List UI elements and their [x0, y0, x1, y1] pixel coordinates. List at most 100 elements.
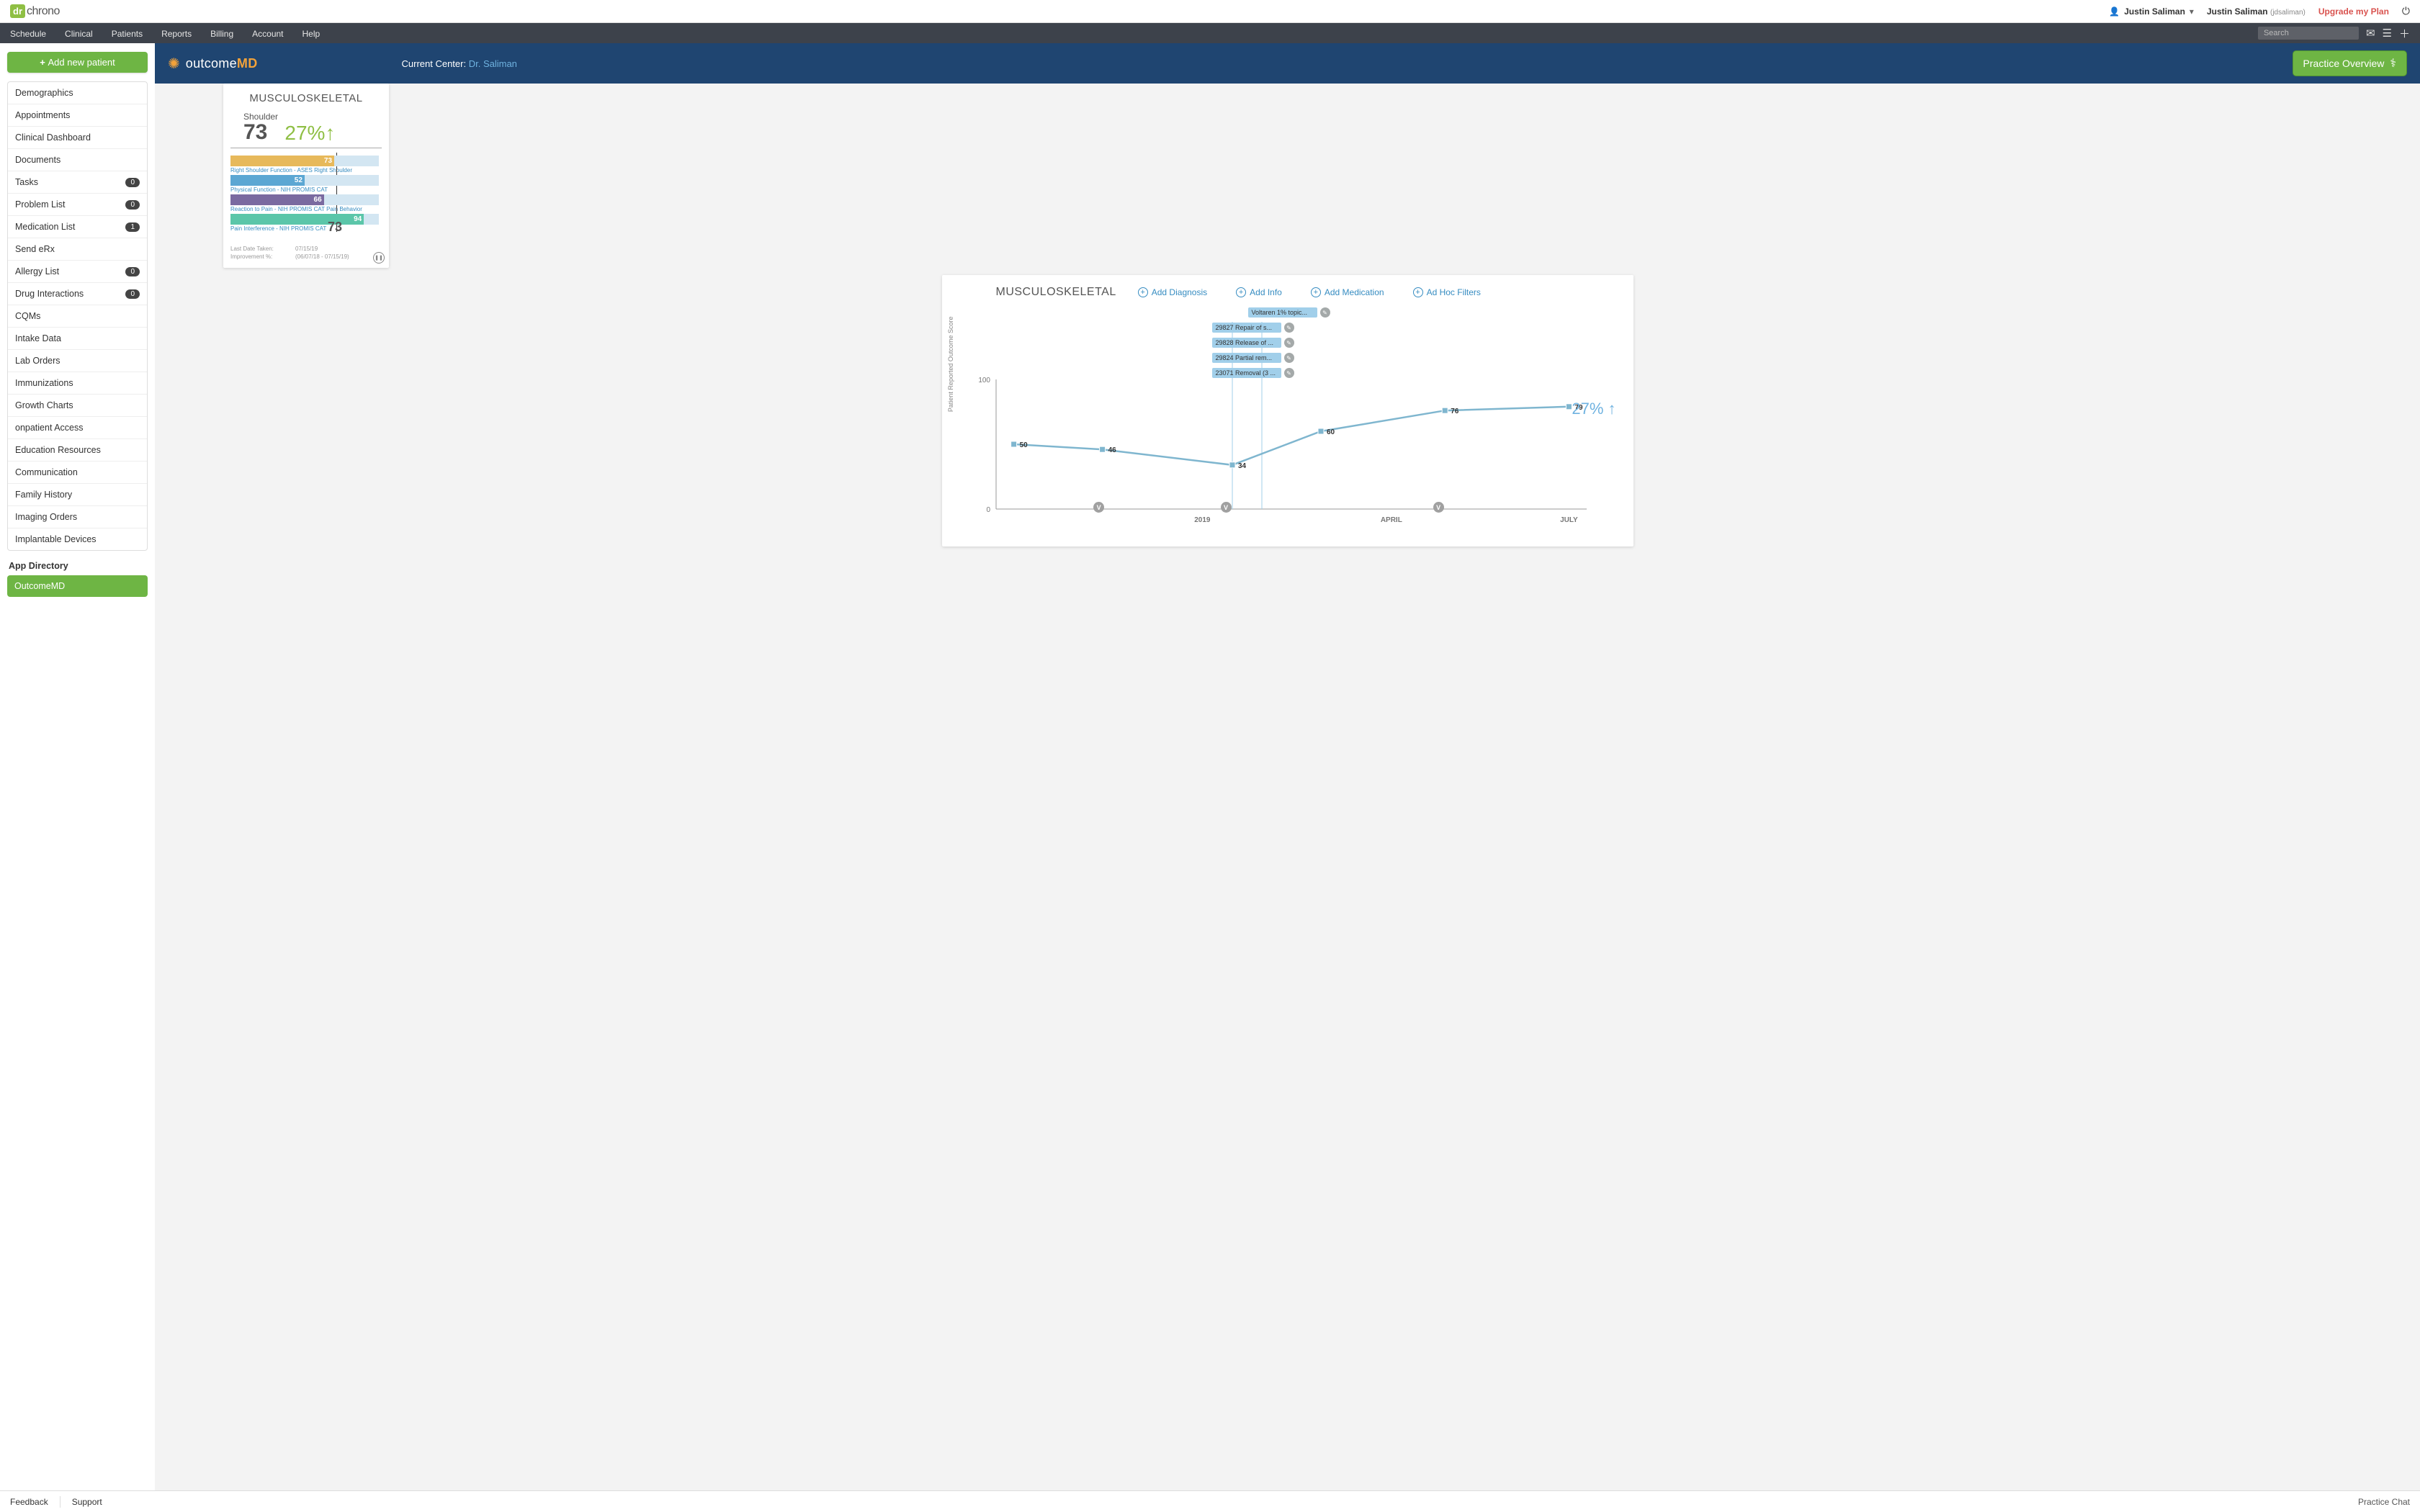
patient-nav-list: DemographicsAppointmentsClinical Dashboa…: [7, 81, 148, 551]
svg-text:50: 50: [1019, 441, 1028, 449]
svg-text:46: 46: [1108, 447, 1116, 455]
improvement-pct: 27%↑: [284, 122, 335, 145]
mail-icon[interactable]: ✉: [2366, 27, 2375, 40]
sidebar-item-documents[interactable]: Documents: [8, 149, 147, 171]
outcomemd-header: ✺ outcomeMD Current Center: Dr. Saliman …: [155, 43, 2420, 84]
intervention-pill[interactable]: 29824 Partial rem...✎: [1212, 353, 1294, 363]
logo[interactable]: dr chrono: [10, 4, 60, 18]
edit-icon[interactable]: ✎: [1284, 353, 1294, 363]
sidebar-item-appointments[interactable]: Appointments: [8, 104, 147, 127]
support-link[interactable]: Support: [72, 1497, 102, 1507]
nav-billing[interactable]: Billing: [210, 29, 233, 39]
add-diagnosis-link[interactable]: +Add Diagnosis: [1138, 287, 1207, 297]
plus-circle-icon: +: [1311, 287, 1321, 297]
intervention-pill[interactable]: 29828 Release of ...✎: [1212, 338, 1294, 348]
chart-area: Patient Reported Outcome Score 01002019A…: [956, 307, 1619, 538]
sidebar-item-growth-charts[interactable]: Growth Charts: [8, 395, 147, 417]
sidebar-item-communication[interactable]: Communication: [8, 462, 147, 484]
center-link[interactable]: Dr. Saliman: [469, 58, 517, 69]
list-icon[interactable]: ☰: [2383, 27, 2392, 40]
power-icon[interactable]: ⏻: [2402, 5, 2410, 17]
chart-title: MUSCULOSKELETAL: [996, 286, 1116, 299]
chart-improvement-pct: 27% ↑: [1572, 400, 1615, 418]
sidebar-item-intake-data[interactable]: Intake Data: [8, 328, 147, 350]
svg-text:60: 60: [1327, 428, 1335, 436]
caret-down-icon: [2190, 6, 2194, 17]
sidebar-item-outcomemd[interactable]: OutcomeMD: [7, 575, 148, 597]
sidebar-item-lab-orders[interactable]: Lab Orders: [8, 350, 147, 372]
sidebar-item-imaging-orders[interactable]: Imaging Orders: [8, 506, 147, 528]
edit-icon[interactable]: ✎: [1284, 338, 1294, 348]
navbar: Schedule Clinical Patients Reports Billing Ac…: [0, 23, 2420, 43]
sidebar-item-demographics[interactable]: Demographics: [8, 82, 147, 104]
score-bar: 94Pain Interference - NIH PROMIS CAT: [230, 214, 382, 232]
outcomemd-logo: ✺ outcomeMD: [168, 55, 258, 73]
pause-icon[interactable]: ❚❚: [373, 252, 385, 264]
sidebar-item-send-erx[interactable]: Send eRx: [8, 238, 147, 261]
plus-circle-icon: +: [1413, 287, 1423, 297]
overall-score: 73: [243, 120, 267, 145]
ad-hoc-filters-link[interactable]: +Ad Hoc Filters: [1413, 287, 1481, 297]
sidebar-item-problem-list[interactable]: Problem List0: [8, 194, 147, 216]
badge: 0: [125, 289, 140, 299]
intervention-pill[interactable]: 23071 Removal (3 ...✎: [1212, 368, 1294, 378]
nav-account[interactable]: Account: [252, 29, 283, 39]
user-dropdown[interactable]: 👤 Justin Saliman: [2109, 6, 2194, 17]
feedback-link[interactable]: Feedback: [10, 1497, 48, 1507]
main-content: ✺ outcomeMD Current Center: Dr. Saliman …: [155, 43, 2420, 1490]
add-medication-link[interactable]: +Add Medication: [1311, 287, 1384, 297]
topbar: dr chrono 👤 Justin Saliman Justin Salima…: [0, 0, 2420, 23]
edit-icon[interactable]: ✎: [1320, 307, 1330, 318]
plus-circle-icon: +: [1236, 287, 1246, 297]
y-axis-label: Patient Reported Outcome Score: [947, 317, 954, 413]
svg-text:2019: 2019: [1194, 516, 1211, 524]
visit-marker[interactable]: V: [1221, 502, 1232, 513]
sidebar-item-medication-list[interactable]: Medication List1: [8, 216, 147, 238]
intervention-pill[interactable]: Voltaren 1% topic...✎: [1248, 307, 1330, 318]
svg-text:0: 0: [986, 506, 990, 514]
nav-schedule[interactable]: Schedule: [10, 29, 46, 39]
svg-text:100: 100: [978, 377, 990, 384]
badge: 0: [125, 267, 140, 276]
sunburst-icon: ✺: [168, 55, 180, 73]
practice-chat-link[interactable]: Practice Chat: [2358, 1497, 2410, 1507]
add-info-link[interactable]: +Add Info: [1236, 287, 1282, 297]
svg-text:JULY: JULY: [1560, 516, 1578, 524]
intervention-pill[interactable]: 29827 Repair of s...✎: [1212, 323, 1294, 333]
add-patient-button[interactable]: Add new patient: [7, 52, 148, 73]
badge: 0: [125, 200, 140, 210]
summary-card: MUSCULOSKELETAL Shoulder 73 27%↑ 73Right…: [223, 84, 389, 268]
sidebar-item-immunizations[interactable]: Immunizations: [8, 372, 147, 395]
nav-reports[interactable]: Reports: [161, 29, 192, 39]
nav-clinical[interactable]: Clinical: [65, 29, 93, 39]
edit-icon[interactable]: ✎: [1284, 368, 1294, 378]
score-bars: 73Right Shoulder Function - ASES Right S…: [230, 153, 382, 232]
stethoscope-icon: ⚕: [2390, 56, 2396, 71]
upgrade-link[interactable]: Upgrade my Plan: [2318, 6, 2389, 17]
sidebar-item-onpatient-access[interactable]: onpatient Access: [8, 417, 147, 439]
sidebar-item-tasks[interactable]: Tasks0: [8, 171, 147, 194]
visit-marker[interactable]: V: [1433, 502, 1444, 513]
sidebar-item-cqms[interactable]: CQMs: [8, 305, 147, 328]
plus-circle-icon: +: [1138, 287, 1148, 297]
user-name: Justin Saliman: [2124, 6, 2185, 17]
nav-help[interactable]: Help: [302, 29, 321, 39]
edit-icon[interactable]: ✎: [1284, 323, 1294, 333]
plus-icon[interactable]: ＋: [2399, 26, 2410, 41]
logo-prefix: dr: [10, 4, 25, 18]
chart-card: MUSCULOSKELETAL +Add Diagnosis+Add Info+…: [942, 275, 1634, 546]
practice-overview-button[interactable]: Practice Overview ⚕: [2293, 50, 2407, 76]
sidebar-item-education-resources[interactable]: Education Resources: [8, 439, 147, 462]
sidebar-item-implantable-devices[interactable]: Implantable Devices: [8, 528, 147, 550]
user-display: Justin Saliman (jdsaliman): [2207, 6, 2305, 17]
app-directory-heading: App Directory: [9, 561, 148, 571]
score-bar: 52Physical Function - NIH PROMIS CAT: [230, 175, 382, 193]
search-input[interactable]: [2258, 27, 2359, 40]
sidebar-item-allergy-list[interactable]: Allergy List0: [8, 261, 147, 283]
footer: Feedback Support Practice Chat: [0, 1490, 2420, 1512]
sidebar-item-drug-interactions[interactable]: Drug Interactions0: [8, 283, 147, 305]
sidebar-item-family-history[interactable]: Family History: [8, 484, 147, 506]
summary-meta: Last Date Taken: Improvement %: 07/15/19…: [230, 245, 382, 261]
nav-patients[interactable]: Patients: [112, 29, 143, 39]
sidebar-item-clinical-dashboard[interactable]: Clinical Dashboard: [8, 127, 147, 149]
